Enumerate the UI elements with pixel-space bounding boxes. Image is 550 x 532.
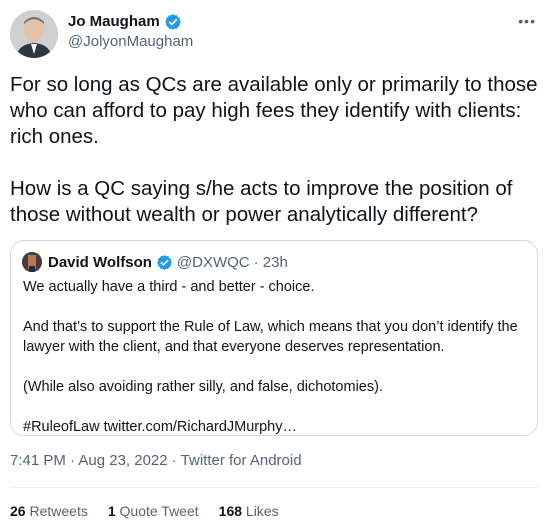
quoted-author-name: David Wolfson [48,253,152,271]
author-block: Jo Maugham @JolyonMaugham [68,12,193,52]
more-options-icon[interactable]: ••• [518,13,536,29]
quoted-author-handle: @DXWQC [176,253,250,271]
likes-label: Likes [245,503,279,519]
verified-badge-icon [156,254,173,271]
author-avatar[interactable] [10,10,58,58]
retweets-label: Retweets [29,503,88,519]
author-name[interactable]: Jo Maugham [68,12,160,31]
quoted-tweet-header: David Wolfson @DXWQC · 23h [22,252,288,272]
quoted-tweet[interactable]: David Wolfson @DXWQC · 23h We actually h… [10,240,538,436]
retweets-stat[interactable]: 26 Retweets [10,503,88,519]
verified-badge-icon [164,13,182,31]
quote-tweets-stat[interactable]: 1 Quote Tweet [108,503,199,519]
tweet-text: For so long as QCs are available only or… [10,73,538,226]
tweet-timestamp[interactable]: 7:41 PM · Aug 23, 2022 · Twitter for And… [10,452,302,469]
quote-tweets-label: Quote Tweet [119,503,199,519]
quote-tweets-count: 1 [107,503,116,519]
quoted-author-avatar [22,252,42,272]
retweets-count: 26 [10,503,26,519]
quoted-tweet-time: · 23h [253,253,288,271]
likes-stat[interactable]: 168 Likes [219,503,279,519]
likes-count: 168 [218,503,243,519]
quoted-tweet-text: We actually have a third - and better - … [23,279,518,435]
divider [10,487,540,488]
engagement-stats: 26 Retweets 1 Quote Tweet 168 Likes [10,503,299,519]
author-handle[interactable]: @JolyonMaugham [68,32,193,52]
